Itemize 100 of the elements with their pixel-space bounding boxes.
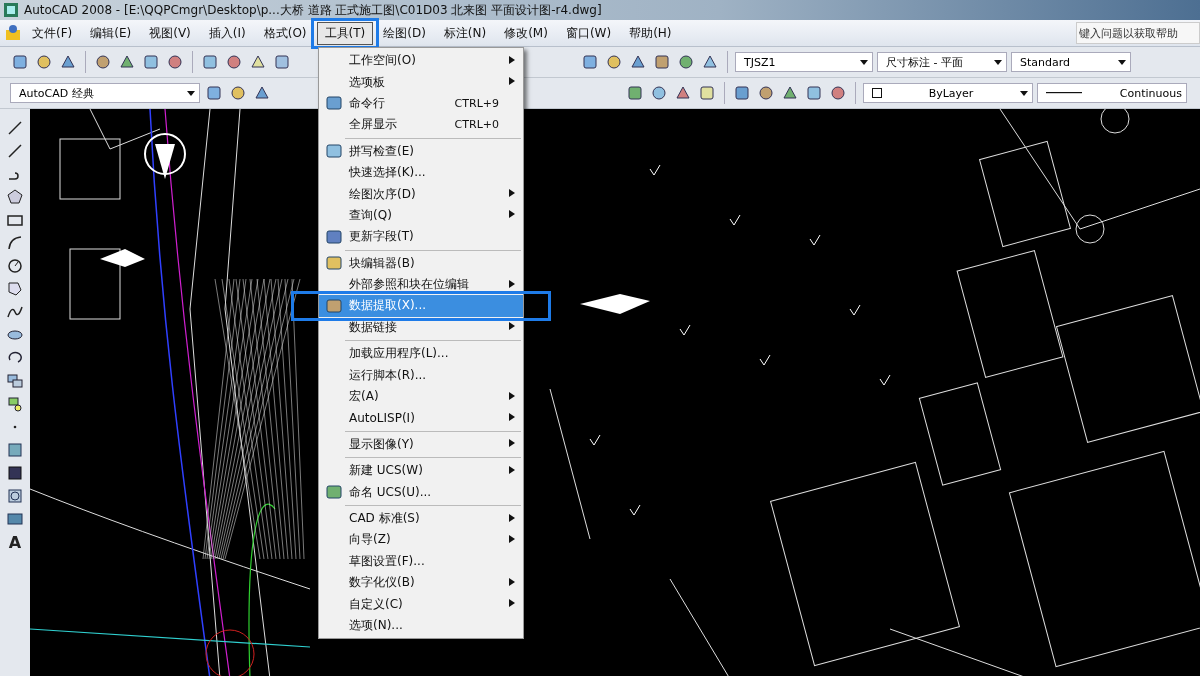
toolbar-icon[interactable] — [206, 85, 222, 101]
table-icon[interactable] — [6, 510, 24, 528]
menu-entry[interactable]: 数字化仪(B) — [319, 572, 523, 594]
toolbar-icon[interactable] — [630, 54, 646, 70]
submenu-arrow-icon — [509, 534, 515, 543]
dropdown-caret-icon[interactable] — [1020, 90, 1028, 96]
dim-style-dropdown[interactable]: 尺寸标注 - 平面 — [877, 52, 1007, 72]
toolbar-icon[interactable] — [758, 85, 774, 101]
menu-item[interactable]: 修改(M) — [496, 21, 556, 45]
toolbar-icon[interactable] — [60, 54, 76, 70]
toolbar-icon[interactable] — [627, 85, 643, 101]
toolbar-icon[interactable] — [95, 54, 111, 70]
menu-item[interactable]: 编辑(E) — [82, 21, 140, 45]
menu-entry[interactable]: 加载应用程序(L)... — [319, 343, 523, 365]
toolbar-icon[interactable] — [167, 54, 183, 70]
workspace-dropdown[interactable]: AutoCAD 经典 — [10, 83, 200, 103]
menu-entry[interactable]: 更新字段(T) — [319, 226, 523, 248]
table-style-dropdown[interactable]: Standard — [1011, 52, 1131, 72]
toolbar-icon[interactable] — [830, 85, 846, 101]
toolbar-icon[interactable] — [699, 85, 715, 101]
menu-item-icon — [326, 228, 342, 245]
polygon-icon[interactable] — [6, 188, 24, 206]
line-icon[interactable] — [6, 119, 24, 137]
toolbar-icon[interactable] — [274, 54, 290, 70]
dropdown-caret-icon[interactable] — [187, 90, 195, 96]
toolbar-icon[interactable] — [806, 85, 822, 101]
menu-entry[interactable]: 宏(A) — [319, 385, 523, 408]
menu-item[interactable]: 标注(N) — [435, 21, 495, 45]
circle-icon[interactable] — [6, 257, 24, 275]
toolbar-icon[interactable] — [12, 54, 28, 70]
menu-entry[interactable]: 自定义(C) — [319, 593, 523, 615]
submenu-arrow-icon — [509, 210, 515, 219]
menu-entry[interactable]: 命名 UCS(U)... — [319, 481, 523, 503]
menu-entry[interactable]: 显示图像(Y) — [319, 433, 523, 456]
menu-entry[interactable]: 选项板 — [319, 71, 523, 93]
check-mark-icon — [629, 504, 641, 516]
menu-item[interactable]: 视图(V) — [141, 21, 199, 45]
toolbar-icon[interactable] — [582, 54, 598, 70]
region-icon[interactable] — [6, 487, 24, 505]
menu-entry[interactable]: 新建 UCS(W) — [319, 460, 523, 482]
menu-entry[interactable]: 向导(Z) — [319, 529, 523, 551]
toolbar-icon[interactable] — [675, 85, 691, 101]
dropdown-caret-icon[interactable] — [1118, 59, 1126, 65]
menu-entry[interactable]: 绘图次序(D) — [319, 183, 523, 205]
menu-entry[interactable]: 运行脚本(R)... — [319, 364, 523, 386]
hatch-icon[interactable] — [6, 464, 24, 482]
menu-entry[interactable]: 选项(N)... — [319, 614, 523, 637]
color-dropdown[interactable]: ByLayer — [863, 83, 1033, 103]
toolbar-icon[interactable] — [36, 54, 52, 70]
app-icon[interactable] — [4, 24, 22, 42]
block-icon[interactable] — [6, 395, 24, 413]
menu-entry[interactable]: 数据链接 — [319, 316, 523, 339]
submenu-arrow-icon — [509, 77, 515, 86]
menu-item[interactable]: 绘图(D) — [375, 21, 434, 45]
toolbar-icon[interactable] — [702, 54, 718, 70]
toolbar-icon[interactable] — [202, 54, 218, 70]
toolbar-icon[interactable] — [734, 85, 750, 101]
menu-entry[interactable]: 外部参照和块在位编辑 — [319, 273, 523, 296]
menu-item[interactable]: 窗口(W) — [557, 21, 620, 45]
menu-entry[interactable]: 工作空间(O) — [319, 50, 523, 72]
menu-item[interactable]: 格式(O) — [255, 21, 315, 45]
submenu-arrow-icon — [509, 279, 515, 288]
toolbar-icon[interactable] — [782, 85, 798, 101]
menu-item[interactable]: 文件(F) — [24, 21, 81, 45]
menu-entry[interactable]: 查询(Q) — [319, 204, 523, 227]
help-search-field[interactable]: 键入问题以获取帮助 — [1076, 22, 1200, 44]
blocks-icon[interactable] — [6, 372, 24, 390]
check-mark-icon — [729, 214, 741, 226]
linetype-dropdown[interactable]: Continuous — [1037, 83, 1187, 103]
app-icon — [4, 3, 18, 17]
shape-icon[interactable] — [6, 280, 24, 298]
dropdown-caret-icon[interactable] — [860, 59, 868, 65]
menu-entry[interactable]: 拼写检查(E) — [319, 140, 523, 162]
toolbar-icon[interactable] — [651, 85, 667, 101]
menu-entry[interactable]: AutoLISP(I) — [319, 407, 523, 429]
text-style-dropdown[interactable]: TJSZ1 — [735, 52, 873, 72]
dropdown-caret-icon[interactable] — [994, 59, 1002, 65]
menu-item-icon — [326, 255, 342, 272]
submenu-arrow-icon — [509, 322, 515, 331]
menu-item[interactable]: 帮助(H) — [621, 21, 680, 45]
menu-entry[interactable]: CAD 标准(S) — [319, 507, 523, 530]
menu-entry[interactable]: 块编辑器(B) — [319, 252, 523, 274]
toolbar-icon[interactable] — [226, 54, 242, 70]
toolbar-icon[interactable] — [606, 54, 622, 70]
toolbar-icon[interactable] — [678, 54, 694, 70]
toolbar-icon[interactable] — [230, 85, 246, 101]
toolbar-icon[interactable] — [254, 85, 270, 101]
menu-entry[interactable]: 草图设置(F)... — [319, 550, 523, 572]
toolbar-icon[interactable] — [143, 54, 159, 70]
text-tool[interactable]: A — [8, 533, 22, 552]
toolbar-icon[interactable] — [250, 54, 266, 70]
arc-icon[interactable] — [6, 234, 24, 252]
polyline-icon[interactable] — [6, 142, 24, 160]
submenu-arrow-icon — [509, 391, 515, 400]
menu-entry[interactable]: 全屏显示 CTRL+0 — [319, 114, 523, 136]
menu-item[interactable]: 插入(I) — [200, 21, 254, 45]
toolbar-icon[interactable] — [119, 54, 135, 70]
toolbar-icon[interactable] — [654, 54, 670, 70]
menu-entry[interactable]: 命令行 CTRL+9 — [319, 92, 523, 115]
menu-entry[interactable]: 快速选择(K)... — [319, 161, 523, 184]
